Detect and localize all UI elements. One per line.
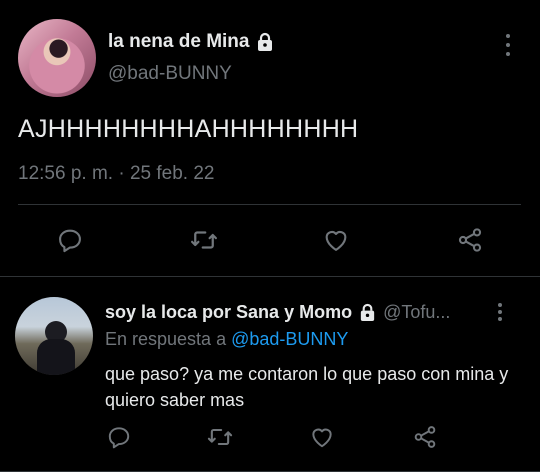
more-options-icon[interactable] <box>493 303 507 321</box>
author-display-name[interactable]: la nena de Mina <box>108 31 249 53</box>
reply-author-handle[interactable]: @Tofu... <box>383 302 450 323</box>
divider <box>18 204 521 205</box>
reply-text: que paso? ya me contaron lo que paso con… <box>105 364 509 410</box>
share-icon[interactable] <box>454 224 486 256</box>
reply-tweet[interactable]: soy la loca por Sana y Momo @Tofu... En … <box>0 277 540 472</box>
replying-to-mention[interactable]: @bad-BUNNY <box>231 329 348 349</box>
tweet-text: AJHHHHHHHHAHHHHHHHH <box>18 115 359 143</box>
like-icon[interactable] <box>307 422 337 452</box>
replying-to: En respuesta a @bad-BUNNY <box>105 329 348 350</box>
reply-icon[interactable] <box>104 422 134 452</box>
tweet-actions <box>0 224 540 256</box>
reply-actions <box>0 422 540 452</box>
avatar[interactable] <box>18 19 96 97</box>
replying-to-label: En respuesta a <box>105 329 227 349</box>
retweet-icon[interactable] <box>188 224 220 256</box>
main-tweet: la nena de Mina @bad-BUNNY AJHHHHHHHHAHH… <box>0 0 540 276</box>
share-icon[interactable] <box>410 422 440 452</box>
avatar[interactable] <box>15 297 93 375</box>
author-handle[interactable]: @bad-BUNNY <box>108 63 232 85</box>
tweet-timestamp[interactable]: 12:56 p. m. · 25 feb. 22 <box>18 163 214 185</box>
retweet-icon[interactable] <box>205 422 235 452</box>
reply-author-name[interactable]: soy la loca por Sana y Momo <box>105 302 352 323</box>
lock-icon <box>358 303 377 322</box>
reply-author-row[interactable]: soy la loca por Sana y Momo @Tofu... <box>105 302 450 323</box>
reply-icon[interactable] <box>54 224 86 256</box>
lock-icon <box>255 32 275 52</box>
like-icon[interactable] <box>320 224 352 256</box>
more-options-icon[interactable] <box>500 34 516 56</box>
author-name-row[interactable]: la nena de Mina <box>108 31 275 53</box>
